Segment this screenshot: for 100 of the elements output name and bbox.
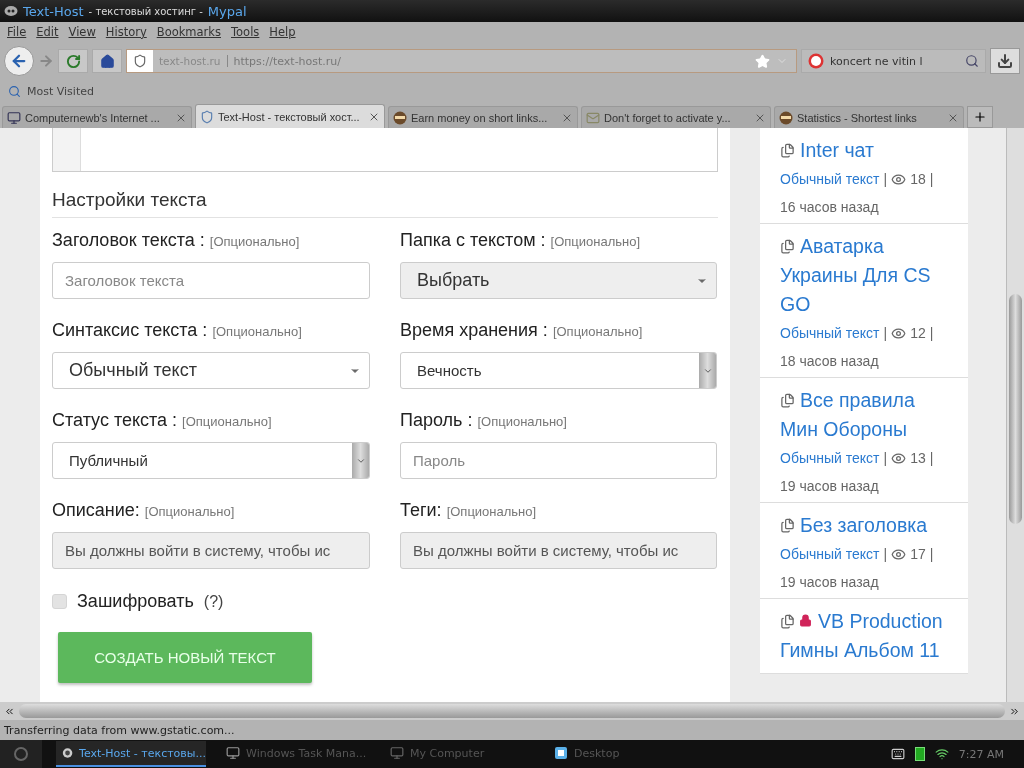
horizontal-scrollbar[interactable]: [0, 702, 1024, 720]
optional-hint: [Опционально]: [209, 234, 300, 249]
view-count: 18: [910, 171, 926, 187]
optional-hint: [Опционально]: [550, 234, 641, 249]
paste-title-link[interactable]: Аватарка Украины Для CS GO: [780, 232, 950, 319]
timestamp: 18 часов назад: [780, 353, 880, 369]
scroll-thumb[interactable]: [19, 704, 1005, 718]
checkbox[interactable]: [52, 594, 67, 609]
bookmark-folder-icon: [8, 84, 21, 98]
view-count: 12: [910, 325, 926, 341]
browser-icon: [62, 746, 74, 760]
battery-icon[interactable]: [914, 747, 925, 761]
document-icon: [780, 143, 795, 158]
document-icon: [780, 239, 795, 254]
clock: 7:27 AM: [958, 747, 1004, 761]
timestamp: 19 часов назад: [780, 574, 880, 590]
search-engine-icon: [808, 53, 824, 69]
paste-title-link[interactable]: Inter чат: [780, 136, 950, 165]
eye-icon: [891, 546, 907, 562]
lock-icon: [799, 614, 812, 627]
scroll-arrow-button[interactable]: [352, 443, 369, 478]
paste-title-link[interactable]: Все правила Мин Обороны: [780, 386, 950, 444]
separator: |: [929, 325, 934, 341]
text-field[interactable]: Заголовок текста: [52, 262, 370, 299]
start-button[interactable]: [0, 740, 42, 768]
shield-icon: [127, 50, 153, 72]
paste-title-link[interactable]: Без заголовка: [780, 511, 950, 540]
start-icon: [13, 746, 29, 762]
menu-item[interactable]: Edit: [33, 25, 66, 39]
reload-button[interactable]: [58, 49, 88, 73]
reload-icon: [65, 53, 81, 69]
window-subtitle: - текстовый хостинг -: [88, 5, 203, 17]
monitor-icon: [226, 746, 240, 760]
optional-hint: [Опционально]: [144, 504, 235, 519]
app-icon: [4, 5, 18, 17]
computer-icon: [7, 110, 21, 125]
syntax-link[interactable]: Обычный текст: [780, 171, 880, 187]
timestamp: 19 часов назад: [780, 478, 880, 494]
computer-icon: [390, 746, 404, 760]
separator: |: [883, 546, 888, 562]
browser-tab[interactable]: Earn money on short links...: [388, 106, 578, 128]
keyboard-icon[interactable]: [890, 747, 905, 761]
menu-item[interactable]: File: [4, 25, 34, 39]
field-label: Папка с текстом :: [400, 230, 546, 251]
dropdown[interactable]: Обычный текст: [52, 352, 370, 389]
eye-icon: [891, 325, 907, 341]
syntax-link[interactable]: Обычный текст: [780, 325, 880, 341]
document-icon: [780, 518, 795, 533]
browser-tab[interactable]: Don't forget to activate y...: [581, 106, 771, 128]
bookmark-item[interactable]: Most Visited: [27, 84, 94, 98]
field-label: Описание:: [52, 500, 140, 521]
scroll-arrow-button[interactable]: [699, 353, 716, 388]
optional-hint: [Опционально]: [477, 414, 567, 429]
field-label: Пароль :: [400, 410, 473, 431]
separator: |: [929, 171, 934, 187]
window-title: Text-Host: [23, 3, 84, 19]
browser-tab[interactable]: Statistics - Shortest links: [774, 106, 964, 128]
menu-item[interactable]: Tools: [228, 25, 267, 39]
eye-icon: [891, 171, 907, 187]
bookmark-star-icon[interactable]: [755, 53, 770, 69]
optional-hint: [Опционально]: [212, 324, 302, 339]
home-button[interactable]: [92, 49, 122, 73]
syntax-link[interactable]: Обычный текст: [780, 450, 880, 466]
envelope-icon: [586, 110, 600, 125]
taskbar-item[interactable]: Text-Host - текстовы...: [56, 741, 206, 767]
optional-hint: [Опционально]: [182, 414, 272, 429]
field-label: Статус текста :: [52, 410, 178, 431]
browser-tab[interactable]: Text-Host - текстовый хост...: [195, 104, 385, 128]
network-icon[interactable]: [934, 747, 949, 761]
browser-tab[interactable]: Computernewb's Internet ...: [2, 106, 192, 128]
menu-item[interactable]: View: [65, 25, 103, 39]
dropdown[interactable]: Вечность: [400, 352, 717, 389]
field-label: Теги:: [400, 500, 442, 521]
separator: |: [883, 450, 888, 466]
search-field[interactable]: koncert ne vitin l: [801, 49, 986, 73]
menu-item[interactable]: History: [102, 25, 154, 39]
download-button[interactable]: [990, 48, 1020, 74]
url-text: https://text-host.ru/: [233, 54, 343, 68]
separator: |: [883, 325, 888, 341]
shield-icon: [200, 109, 214, 124]
forward-icon[interactable]: [38, 53, 54, 69]
view-count: 13: [910, 450, 926, 466]
help-link[interactable]: (?): [203, 592, 224, 611]
vertical-scrollbar[interactable]: [1006, 128, 1024, 702]
separator: |: [929, 450, 934, 466]
document-icon: [780, 393, 795, 408]
field-label: Заголовок текста :: [52, 230, 205, 251]
scroll-thumb[interactable]: [1009, 294, 1022, 524]
new-tab-button[interactable]: [967, 106, 993, 128]
paste-title-link[interactable]: VB Production Гимны Альбом 11: [780, 607, 950, 665]
field-label: Время хранения :: [400, 320, 548, 341]
separator: |: [929, 546, 934, 562]
syntax-link[interactable]: Обычный текст: [780, 546, 880, 562]
dropdown[interactable]: Публичный: [52, 442, 370, 479]
text-field[interactable]: Пароль: [400, 442, 717, 479]
desktop-icon: [554, 746, 568, 760]
back-button[interactable]: [4, 46, 34, 76]
menu-item[interactable]: Bookmarks: [153, 25, 228, 39]
menu-item[interactable]: Help: [266, 25, 303, 39]
status-text: Transferring data from www.gstatic.com...: [3, 722, 236, 739]
